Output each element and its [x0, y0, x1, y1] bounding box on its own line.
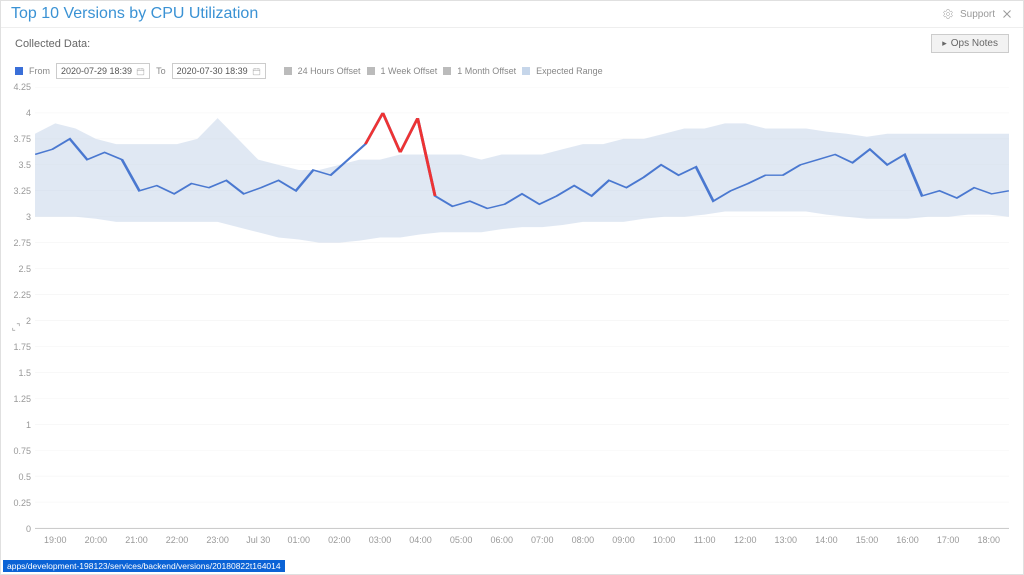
x-tick-label: 21:00 [125, 535, 148, 545]
calendar-icon [252, 67, 261, 76]
x-tick-label: 23:00 [206, 535, 229, 545]
x-tick-label: 19:00 [44, 535, 67, 545]
y-tick-label: 1 [26, 420, 31, 430]
y-tick-label: 3.75 [13, 134, 31, 144]
y-tick-label: 1.75 [13, 342, 31, 352]
x-tick-label: 11:00 [694, 535, 716, 545]
series-swatch-icon [15, 67, 23, 75]
gear-icon[interactable] [942, 8, 954, 20]
y-tick-label: 3 [26, 212, 31, 222]
from-date-input[interactable]: 2020-07-29 18:39 [56, 63, 150, 79]
x-tick-label: 06:00 [490, 535, 513, 545]
ops-notes-button[interactable]: ▸ Ops Notes [931, 34, 1009, 53]
legend-expected[interactable]: Expected Range [536, 66, 603, 76]
x-tick-label: Jul 30 [246, 535, 270, 545]
offset-swatch-icon [284, 67, 292, 75]
x-tick-label: 05:00 [450, 535, 473, 545]
legend-1w-offset[interactable]: 1 Week Offset [381, 66, 438, 76]
y-tick-label: 0.25 [13, 498, 31, 508]
y-tick-label: 3.25 [13, 186, 31, 196]
y-tick-label: 1.25 [13, 394, 31, 404]
x-tick-label: 10:00 [653, 535, 676, 545]
y-tick-label: 2.25 [13, 290, 31, 300]
legend-1m-offset[interactable]: 1 Month Offset [457, 66, 516, 76]
x-tick-label: 04:00 [409, 535, 432, 545]
y-tick-label: 4 [26, 108, 31, 118]
x-tick-label: 02:00 [328, 535, 351, 545]
expected-swatch-icon [522, 67, 530, 75]
y-tick-label: 0.5 [18, 472, 31, 482]
x-tick-label: 13:00 [775, 535, 798, 545]
x-tick-label: 01:00 [288, 535, 311, 545]
plot-area[interactable] [35, 87, 1009, 529]
legend-row: From 2020-07-29 18:39 To 2020-07-30 18:3… [1, 59, 1023, 83]
x-tick-label: 20:00 [85, 535, 108, 545]
to-date-input[interactable]: 2020-07-30 18:39 [172, 63, 266, 79]
chevron-right-icon: ▸ [942, 38, 947, 49]
y-tick-label: 2.75 [13, 238, 31, 248]
x-tick-label: 15:00 [856, 535, 879, 545]
y-tick-label: 2.5 [18, 264, 31, 274]
close-icon[interactable] [1001, 8, 1013, 20]
y-tick-label: 3.5 [18, 160, 31, 170]
y-tick-label: 1.5 [18, 368, 31, 378]
x-tick-label: 22:00 [166, 535, 189, 545]
x-tick-label: 14:00 [815, 535, 838, 545]
x-tick-label: 09:00 [612, 535, 635, 545]
x-tick-label: 16:00 [896, 535, 919, 545]
ops-notes-label: Ops Notes [951, 38, 998, 49]
from-label: From [29, 66, 50, 76]
y-tick-label: 2 [26, 316, 31, 326]
page-title: Top 10 Versions by CPU Utilization [11, 5, 258, 23]
offset-swatch-icon [443, 67, 451, 75]
x-tick-label: 18:00 [977, 535, 1000, 545]
x-tick-label: 08:00 [572, 535, 595, 545]
y-tick-label: 0 [26, 524, 31, 534]
x-tick-label: 07:00 [531, 535, 554, 545]
collected-data-label: Collected Data: [15, 38, 90, 50]
y-tick-label: 0.75 [13, 446, 31, 456]
x-tick-label: 12:00 [734, 535, 757, 545]
offset-swatch-icon [367, 67, 375, 75]
x-tick-label: 03:00 [369, 535, 392, 545]
x-tick-label: 17:00 [937, 535, 960, 545]
from-date-value: 2020-07-29 18:39 [61, 66, 132, 76]
to-label: To [156, 66, 166, 76]
calendar-icon [136, 67, 145, 76]
footer-path[interactable]: apps/development-198123/services/backend… [3, 560, 285, 572]
y-tick-label: 4.25 [13, 82, 31, 92]
to-date-value: 2020-07-30 18:39 [177, 66, 248, 76]
legend-24h-offset[interactable]: 24 Hours Offset [298, 66, 361, 76]
support-link[interactable]: Support [960, 9, 995, 20]
chart: 00.250.50.7511.251.51.7522.252.52.7533.2… [35, 87, 1009, 557]
